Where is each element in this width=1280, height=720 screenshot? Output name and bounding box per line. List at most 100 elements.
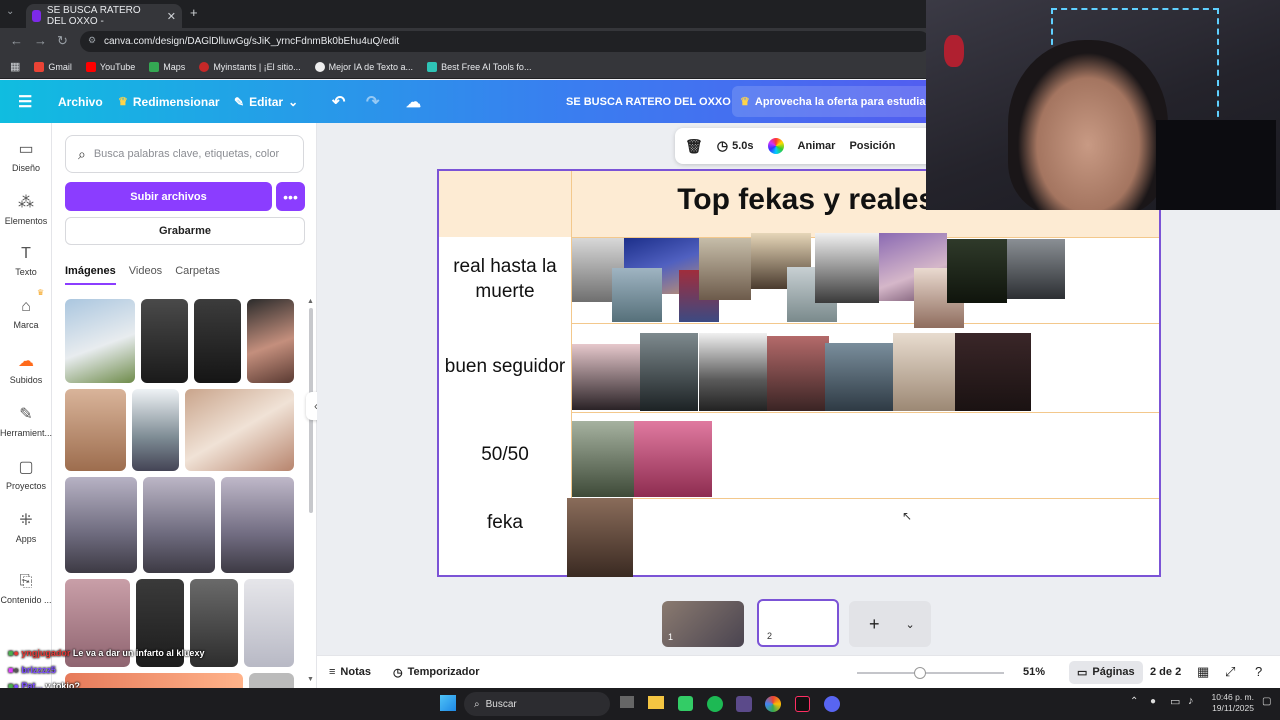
discord-icon[interactable] (824, 696, 840, 712)
mic-icon[interactable]: ● (1150, 696, 1156, 707)
scroll-up-icon[interactable]: ▲ (307, 298, 314, 305)
redimensionar-button[interactable]: ♛ Redimensionar (118, 80, 220, 123)
photo[interactable] (567, 498, 633, 577)
uploaded-image[interactable] (143, 477, 215, 573)
bookmark-gmail[interactable]: Gmail (34, 61, 72, 72)
rail-subidos[interactable]: ☁ Subidos (0, 351, 52, 385)
photo[interactable] (1007, 239, 1065, 299)
rail-proyectos[interactable]: ▢ Proyectos (0, 457, 52, 491)
promo-button[interactable]: ♛ Aprovecha la oferta para estudiant (732, 86, 944, 117)
rail-apps[interactable]: ⁜ Apps (0, 510, 52, 544)
redo-icon[interactable]: ↷ (366, 80, 379, 123)
network-icon[interactable]: ▭ (1170, 695, 1180, 708)
uploaded-image[interactable] (185, 389, 294, 471)
rail-contenido[interactable]: ⎘ Contenido ... (0, 573, 52, 605)
file-explorer-icon[interactable] (648, 696, 664, 709)
store-icon[interactable] (678, 696, 693, 711)
address-bar[interactable]: ⚙ canva.com/design/DAGlDlluwGg/sJiK_yrnc… (80, 31, 930, 52)
bookmark-mejor-ia[interactable]: Mejor IA de Texto a... (314, 61, 413, 72)
site-info-icon[interactable]: ⚙ (88, 35, 96, 46)
task-view-icon[interactable] (620, 696, 634, 708)
bookmark-youtube[interactable]: YouTube (85, 61, 135, 72)
photo[interactable] (955, 333, 1031, 411)
photo[interactable] (634, 421, 712, 497)
uploaded-image[interactable] (65, 389, 126, 471)
photo[interactable] (825, 343, 893, 411)
chrome-icon[interactable] (765, 696, 781, 712)
uploaded-image[interactable] (221, 477, 294, 573)
tab-carpetas[interactable]: Carpetas (175, 265, 220, 285)
forward-icon[interactable]: → (34, 33, 47, 48)
uploaded-image[interactable] (247, 299, 294, 383)
tab-search-icon[interactable]: ⌄ (6, 6, 14, 17)
photo[interactable] (893, 333, 955, 411)
posicion-button[interactable]: Posición (849, 140, 895, 152)
app-icon[interactable] (736, 696, 752, 712)
search-input[interactable]: ⌕ Busca palabras clave, etiquetas, color (65, 135, 304, 173)
cloud-saved-icon[interactable]: ☁ (406, 80, 421, 123)
duration-button[interactable]: ◷ 5.0s (717, 138, 754, 154)
rail-herramientas[interactable]: ✎ Herramient... (0, 404, 52, 438)
page-thumbnail-2[interactable]: 2 (757, 599, 839, 647)
uploaded-image[interactable] (65, 299, 135, 383)
back-icon[interactable]: ← (10, 33, 23, 48)
photo[interactable] (699, 333, 767, 411)
photo[interactable] (572, 421, 634, 497)
spotify-icon[interactable] (707, 696, 723, 712)
chevron-down-icon[interactable]: ⌄ (906, 618, 915, 631)
rail-elementos[interactable]: ⁂ Elementos (0, 192, 52, 226)
bookmark-myinstants[interactable]: Myinstants | ¡El sitio... (199, 61, 301, 72)
photo[interactable] (699, 238, 751, 300)
uploaded-image[interactable] (249, 673, 294, 688)
close-tab-icon[interactable]: ✕ (167, 10, 176, 23)
rail-marca[interactable]: ⌂ Marca ♛ (0, 288, 52, 330)
zoom-level[interactable]: 51% (1023, 666, 1045, 678)
uploaded-image[interactable] (65, 673, 243, 688)
photo[interactable] (947, 239, 1007, 303)
photo[interactable] (572, 344, 640, 410)
bookmark-best-free-ai[interactable]: Best Free AI Tools fo... (427, 61, 531, 72)
trash-icon[interactable]: 🗑 (685, 138, 703, 155)
uploaded-image[interactable] (65, 477, 137, 573)
notifications-icon[interactable]: ▢ (1262, 696, 1271, 707)
chevron-up-icon[interactable]: ⌃ (1130, 696, 1138, 707)
tab-imagenes[interactable]: Imágenes (65, 265, 116, 285)
paginas-button[interactable]: ▭ Páginas (1069, 661, 1143, 684)
rail-diseno[interactable]: ▭ Diseño (0, 139, 52, 173)
rail-texto[interactable]: T Texto (0, 245, 52, 277)
upload-files-button[interactable]: Subir archivos (65, 182, 272, 211)
browser-tab[interactable]: SE BUSCA RATERO DEL OXXO - ✕ (26, 4, 182, 28)
zoom-slider-handle[interactable] (913, 667, 926, 679)
photo[interactable] (767, 336, 829, 411)
uploaded-image[interactable] (141, 299, 188, 383)
uploaded-image[interactable] (194, 299, 241, 383)
add-page-button[interactable]: + ⌄ (849, 601, 931, 647)
grid-view-icon[interactable]: ▦ (1197, 664, 1209, 680)
zoom-slider[interactable] (857, 672, 1004, 674)
uploaded-image[interactable] (132, 389, 179, 471)
record-button[interactable]: Grabarme (65, 217, 305, 245)
tab-videos[interactable]: Videos (129, 265, 162, 285)
windows-start-icon[interactable] (440, 695, 456, 711)
bookmark-maps[interactable]: Maps (149, 61, 185, 72)
tiktok-icon[interactable] (795, 696, 810, 712)
page-thumbnail-1[interactable]: 1 (662, 601, 744, 647)
apps-grid-icon[interactable]: ▦ (10, 60, 20, 73)
row-label-real[interactable]: real hasta la muerte (439, 237, 571, 323)
menu-icon[interactable]: ☰ (18, 80, 32, 123)
fullscreen-icon[interactable]: ⤢ (1225, 664, 1235, 680)
undo-icon[interactable]: ↶ (332, 80, 345, 123)
taskbar-search[interactable]: ⌕ Buscar (464, 692, 610, 716)
animar-button[interactable]: Animar (798, 140, 836, 152)
more-options-button[interactable]: ••• (276, 182, 305, 211)
scroll-down-icon[interactable]: ▼ (307, 676, 314, 683)
row-label-buen-seguidor[interactable]: buen seguidor (439, 323, 571, 412)
design-title[interactable]: SE BUSCA RATERO DEL OXXO (566, 80, 731, 123)
color-wheel-icon[interactable] (767, 138, 784, 154)
notas-button[interactable]: ≡ Notas (329, 666, 371, 678)
new-tab-icon[interactable]: + (190, 5, 198, 20)
row-label-5050[interactable]: 50/50 (439, 412, 571, 498)
photo[interactable] (640, 333, 698, 411)
photo[interactable] (815, 233, 879, 303)
volume-icon[interactable]: ♪ (1188, 695, 1194, 707)
